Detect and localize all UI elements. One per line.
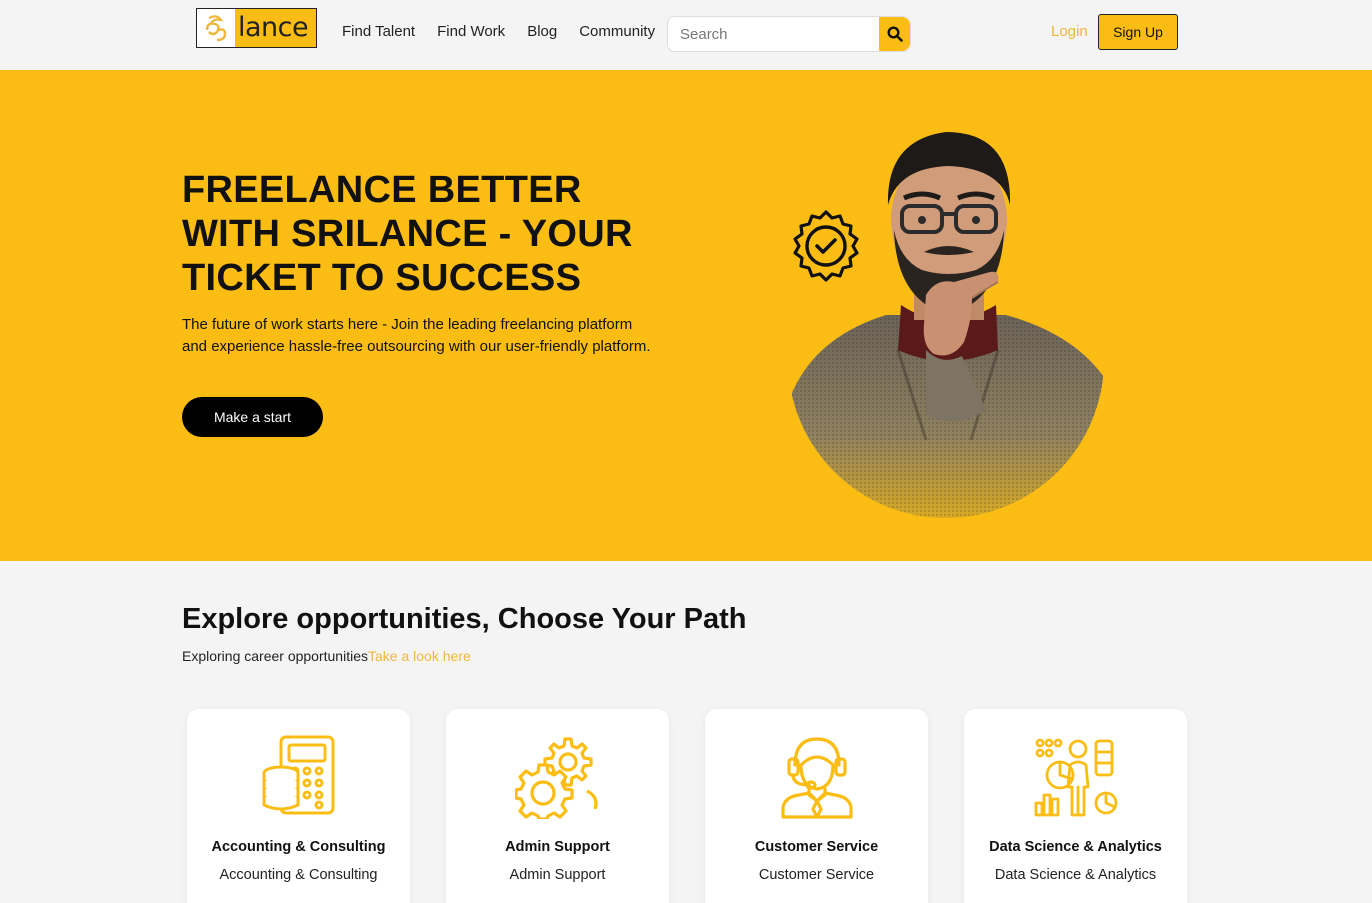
hero-subtitle-line: and experience hassle-free outsourcing w… (182, 338, 651, 355)
category-card-data-science[interactable]: Data Science & Analytics Data Science & … (964, 709, 1187, 903)
logo-word: lance (235, 9, 316, 47)
category-card-admin-support[interactable]: Admin Support Admin Support (446, 709, 669, 903)
search-input[interactable] (668, 17, 879, 51)
hero-title-line: TICKET TO SUCCESS (182, 257, 582, 299)
category-card-customer-service[interactable]: Customer Service Customer Service (705, 709, 928, 903)
hero-subtitle: The future of work starts here - Join th… (182, 314, 662, 358)
calculator-coins-icon (262, 735, 334, 815)
hero-subtitle-line: The future of work starts here - Join th… (182, 316, 633, 333)
card-subtitle: Admin Support (509, 867, 606, 883)
hero-title: FREELANCE BETTER WITH SRILANCE - YOUR TI… (182, 168, 662, 300)
take-a-look-link[interactable]: Take a look here (368, 648, 471, 664)
explore-title: Explore opportunities, Choose Your Path (182, 603, 747, 635)
category-card-accounting[interactable]: Accounting & Consulting Accounting & Con… (187, 709, 410, 903)
hero-section: FREELANCE BETTER WITH SRILANCE - YOUR TI… (0, 70, 1372, 561)
nav-community[interactable]: Community (579, 22, 655, 42)
card-subtitle: Customer Service (758, 867, 875, 883)
hero-person-image (788, 132, 1104, 518)
search-icon (886, 26, 903, 42)
logo-mark (197, 9, 235, 47)
gears-icon (514, 737, 598, 819)
card-subtitle: Data Science & Analytics (994, 867, 1157, 883)
srilance-logo[interactable]: lance (196, 8, 317, 48)
hero-title-line: FREELANCE BETTER (182, 169, 582, 211)
main-nav: Find Talent Find Work Blog Community (342, 22, 677, 42)
card-title: Customer Service (754, 839, 879, 855)
nav-blog[interactable]: Blog (527, 22, 557, 42)
sign-up-button[interactable]: Sign Up (1098, 14, 1178, 50)
explore-subtitle: Exploring career opportunitiesTake a loo… (182, 648, 471, 664)
site-header: lance Find Talent Find Work Blog Communi… (0, 0, 1372, 70)
card-title: Accounting & Consulting (211, 839, 386, 855)
logo-glyph-icon (205, 15, 227, 42)
search-button[interactable] (879, 17, 910, 51)
nav-find-work[interactable]: Find Work (437, 22, 505, 42)
card-title: Data Science & Analytics (989, 839, 1162, 855)
card-subtitle: Accounting & Consulting (219, 867, 378, 883)
headset-agent-icon (780, 737, 853, 819)
explore-subtitle-text: Exploring career opportunities (182, 648, 368, 664)
search-bar (667, 16, 911, 52)
make-a-start-button[interactable]: Make a start (182, 397, 323, 437)
hero-title-line: WITH SRILANCE - YOUR (182, 213, 633, 255)
login-link[interactable]: Login (1051, 23, 1088, 40)
nav-find-talent[interactable]: Find Talent (342, 22, 415, 42)
data-analytics-icon (1034, 738, 1117, 817)
card-title: Admin Support (505, 839, 610, 855)
